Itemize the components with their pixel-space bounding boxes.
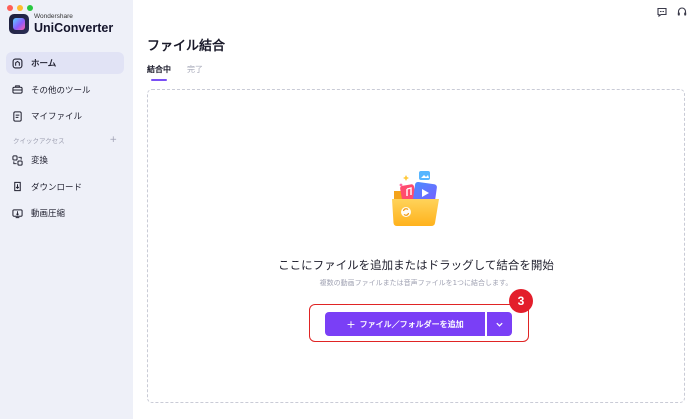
sidebar-item-my-files[interactable]: マイファイル	[6, 105, 124, 127]
quick-access-nav: 変換 ダウンロード 動画圧縮	[6, 149, 124, 229]
tab-merging[interactable]: 結合中	[147, 64, 171, 81]
sidebar-item-other-tools[interactable]: その他のツール	[6, 79, 124, 101]
file-drop-zone[interactable]: ここにファイルを追加またはドラッグして結合を開始 複数の動画ファイルまたは音声フ…	[147, 89, 685, 403]
drop-zone-title: ここにファイルを追加またはドラッグして結合を開始	[278, 258, 554, 272]
compress-icon	[12, 208, 23, 219]
sidebar: Wondershare UniConverter ホーム その他のツール マイフ…	[0, 0, 133, 419]
download-icon	[12, 181, 23, 192]
tab-completed[interactable]: 完了	[187, 64, 203, 81]
sidebar-item-download[interactable]: ダウンロード	[6, 176, 124, 198]
step-number-badge: 3	[509, 289, 533, 313]
drop-zone-subtitle: 複数の動画ファイルまたは音声ファイルを1つに結合します。	[319, 279, 513, 287]
window-controls	[7, 5, 33, 11]
sidebar-item-label: ダウンロード	[31, 182, 83, 193]
plus-icon: +	[346, 317, 356, 331]
quick-access-header: クイックアクセス +	[13, 135, 117, 145]
sidebar-item-label: その他のツール	[31, 85, 91, 96]
sidebar-item-label: 動画圧縮	[31, 209, 66, 219]
page-title: ファイル結合	[147, 39, 226, 54]
top-toolbar	[636, 6, 688, 18]
quick-access-label: クイックアクセス	[13, 137, 65, 145]
brand-product: UniConverter	[34, 20, 114, 35]
add-options-dropdown-button[interactable]	[487, 312, 512, 336]
folder-media-illustration-icon	[392, 171, 439, 226]
avatar-icon[interactable]	[636, 6, 648, 18]
add-files-folders-button[interactable]: + ファイル／フォルダーを追加	[325, 312, 485, 336]
brand-company: Wondershare	[34, 13, 73, 20]
sidebar-item-home[interactable]: ホーム	[6, 52, 124, 74]
convert-icon	[12, 154, 23, 166]
app-brand: Wondershare UniConverter	[9, 13, 114, 35]
support-headset-icon[interactable]	[676, 6, 688, 18]
zoom-window-button[interactable]	[27, 5, 33, 11]
chevron-down-icon	[496, 322, 503, 327]
sidebar-item-label: ホーム	[31, 59, 57, 69]
highlight-box: + ファイル／フォルダーを追加	[309, 304, 529, 342]
sidebar-item-video-compress[interactable]: 動画圧縮	[6, 202, 124, 224]
app-logo-icon	[9, 14, 29, 34]
sidebar-nav: ホーム その他のツール マイファイル	[6, 52, 124, 132]
add-button-label: ファイル／フォルダーを追加	[359, 319, 464, 329]
minimize-window-button[interactable]	[17, 5, 23, 11]
quick-access-add-button[interactable]: +	[109, 135, 117, 145]
sidebar-item-label: 変換	[31, 156, 49, 166]
toolbox-icon	[12, 84, 23, 95]
sidebar-item-convert[interactable]: 変換	[6, 149, 124, 171]
home-icon	[12, 58, 23, 69]
tab-bar: 結合中 完了	[147, 64, 203, 81]
chat-icon[interactable]	[656, 6, 668, 18]
sidebar-item-label: マイファイル	[31, 112, 83, 122]
close-window-button[interactable]	[7, 5, 13, 11]
file-icon	[12, 110, 23, 122]
